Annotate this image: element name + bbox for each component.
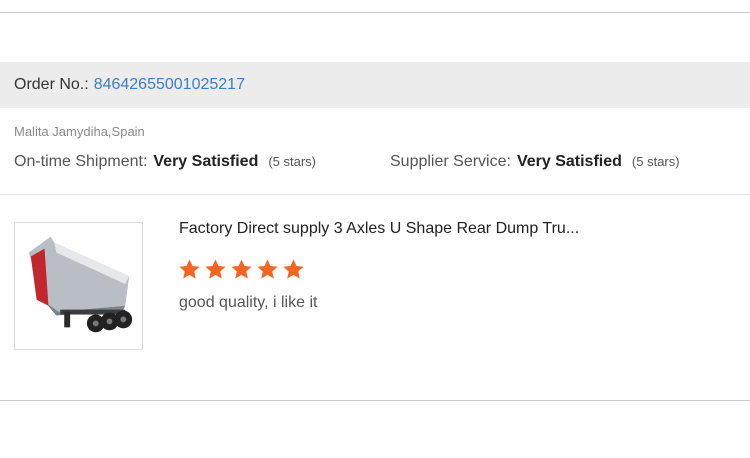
section-divider bbox=[0, 194, 750, 195]
rating-value: Very Satisfied bbox=[516, 153, 622, 170]
star-icon bbox=[179, 259, 200, 279]
rating-stars-text: (5 stars) bbox=[268, 154, 317, 169]
star-icon bbox=[205, 259, 226, 279]
supplier-ratings: On-time Shipment: Very Satisfied (5 star… bbox=[14, 153, 744, 175]
star-icon bbox=[231, 259, 252, 279]
star-icon bbox=[283, 259, 304, 279]
rating-value: Very Satisfied bbox=[153, 153, 259, 170]
order-number-label: Order No.: bbox=[14, 76, 89, 93]
dump-trailer-image bbox=[28, 236, 133, 333]
supplier-service-rating: Supplier Service: Very Satisfied (5 star… bbox=[390, 153, 680, 171]
buyer-location: Malita Jamydiha,Spain bbox=[14, 124, 145, 139]
rating-stars-text: (5 stars) bbox=[631, 154, 680, 169]
rating-label: On-time Shipment: bbox=[14, 153, 148, 170]
review-text: good quality, i like it bbox=[179, 294, 318, 311]
review-stars bbox=[178, 258, 305, 281]
star-icon bbox=[257, 259, 278, 279]
rating-label: Supplier Service: bbox=[390, 153, 511, 170]
bottom-divider bbox=[0, 400, 750, 401]
product-title-link[interactable]: Factory Direct supply 3 Axles U Shape Re… bbox=[179, 220, 739, 238]
order-number-link[interactable]: 84642655001025217 bbox=[94, 76, 245, 94]
on-time-shipment-rating: On-time Shipment: Very Satisfied (5 star… bbox=[14, 153, 316, 171]
product-thumbnail[interactable] bbox=[14, 222, 143, 350]
order-header: Order No.: 84642655001025217 bbox=[0, 62, 750, 108]
top-divider bbox=[0, 12, 750, 13]
